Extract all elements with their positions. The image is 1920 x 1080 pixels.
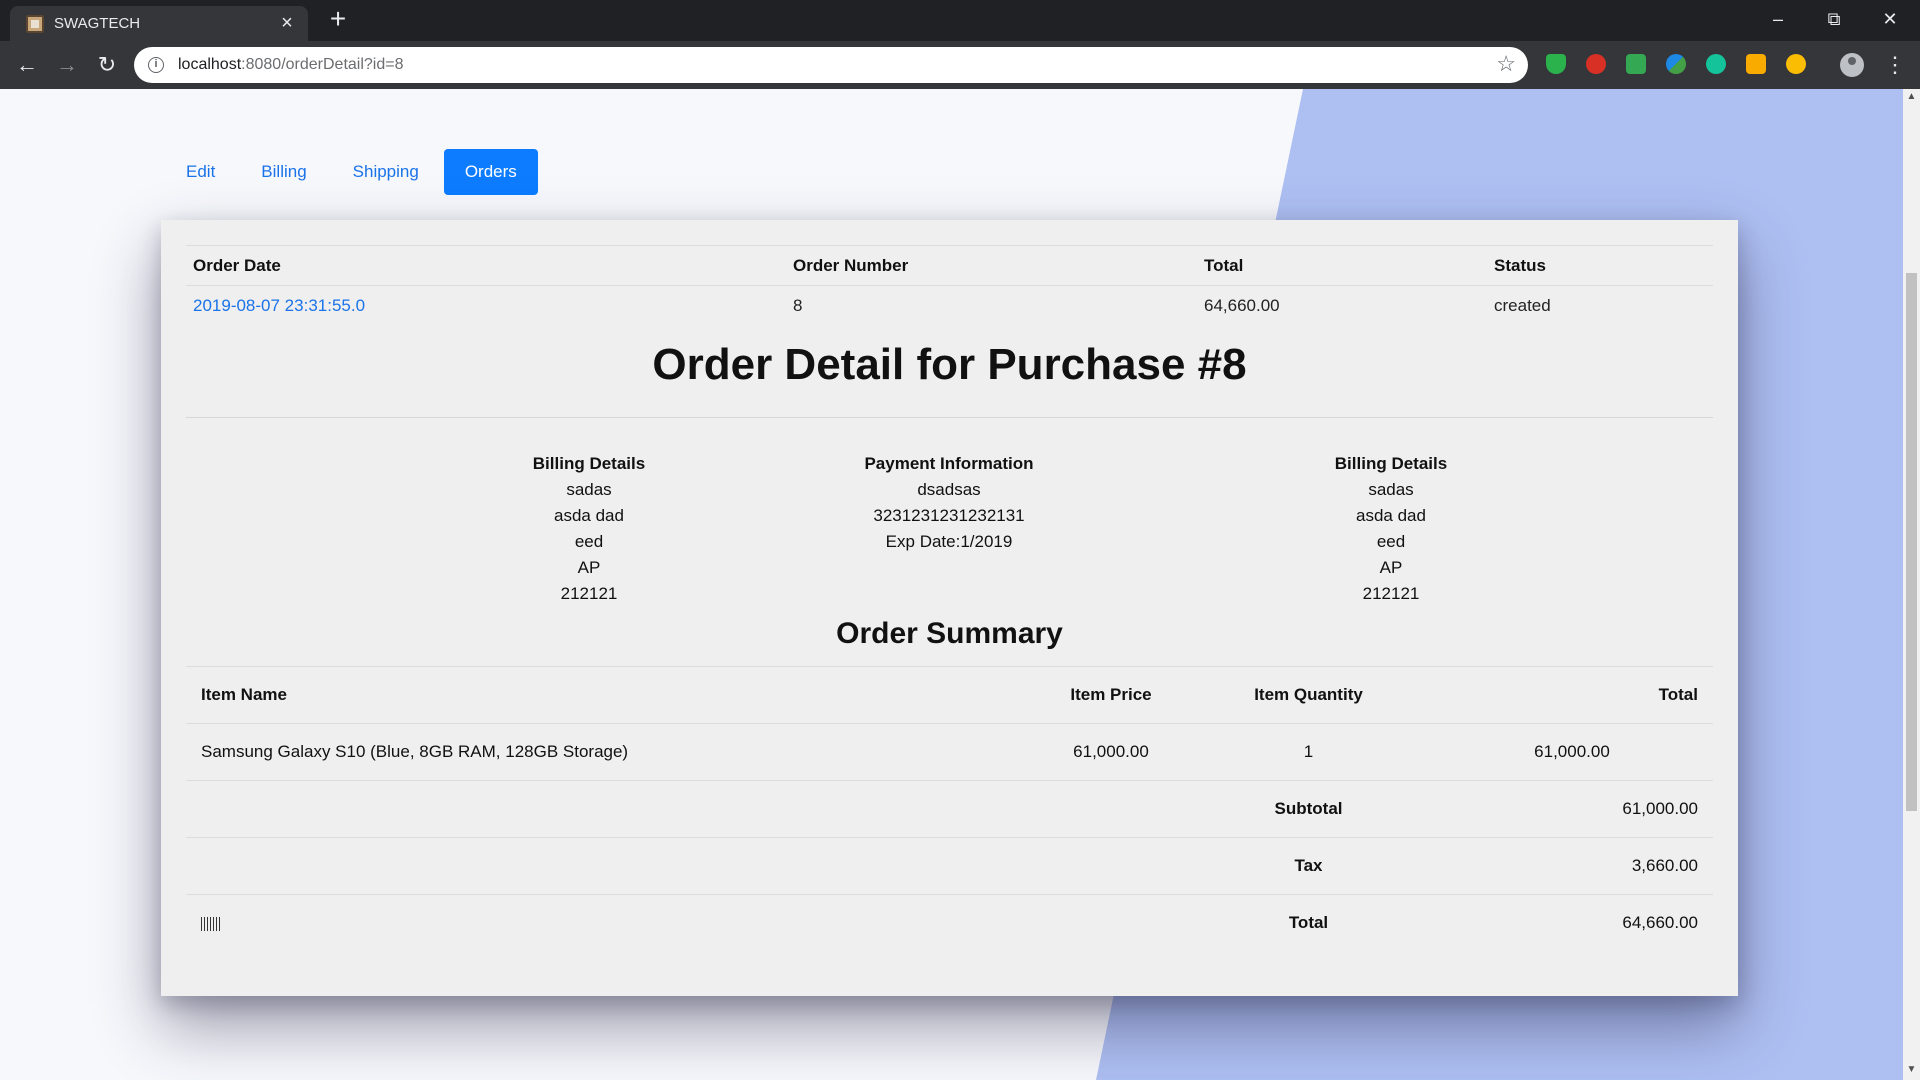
subtotal-row: Subtotal 61,000.00 <box>186 780 1713 838</box>
total-value: 64,660.00 <box>1431 894 1713 952</box>
table-row: 2019-08-07 23:31:55.0 8 64,660.00 create… <box>186 286 1713 326</box>
tax-value: 3,660.00 <box>1431 837 1713 895</box>
column-header-item-total: Total <box>1431 666 1713 724</box>
account-tabs: Edit Billing Shipping Orders <box>165 149 538 195</box>
column-header-item-price: Item Price <box>1036 666 1186 724</box>
item-quantity-cell: 1 <box>1186 723 1431 781</box>
address-bar[interactable]: i localhost:8080/orderDetail?id=8 ☆ <box>134 47 1528 83</box>
order-detail-title: Order Detail for Purchase #8 <box>652 340 1247 389</box>
item-name-cell: Samsung Galaxy S10 (Blue, 8GB RAM, 128GB… <box>186 723 1036 781</box>
grammarly-extension-icon[interactable] <box>1706 54 1726 74</box>
column-header-item-name: Item Name <box>186 666 1036 724</box>
payment-information-heading: Payment Information <box>864 454 1034 473</box>
orders-table: Order Date Order Number Total Status 201… <box>186 245 1713 326</box>
subtotal-value: 61,000.00 <box>1431 780 1713 838</box>
order-summary-table: Item Name Item Price Item Quantity Total… <box>186 666 1713 952</box>
url-text: localhost:8080/orderDetail?id=8 <box>178 56 404 73</box>
total-row: Total 64,660.00 <box>186 894 1713 952</box>
summary-header-row: Item Name Item Price Item Quantity Total <box>186 666 1713 724</box>
coin-extension-icon[interactable] <box>1786 54 1806 74</box>
tab-billing[interactable]: Billing <box>240 149 327 195</box>
browser-menu-icon[interactable]: ⋮ <box>1884 50 1906 80</box>
browser-tab-strip: SWAGTECH × + – ⧉ ✕ <box>0 0 1920 41</box>
site-info-icon[interactable]: i <box>148 57 164 73</box>
table-row: Samsung Galaxy S10 (Blue, 8GB RAM, 128GB… <box>186 723 1713 781</box>
orders-card: Order Date Order Number Total Status 201… <box>161 220 1738 996</box>
item-total-cell: 61,000.00 <box>1431 723 1713 781</box>
shipping-street: asda dad <box>1356 506 1426 525</box>
shipping-details-heading: Billing Details <box>1334 454 1448 473</box>
billing-name: sadas <box>566 480 612 499</box>
new-tab-icon[interactable]: + <box>324 5 352 33</box>
tab-shipping[interactable]: Shipping <box>332 149 440 195</box>
site-favicon-icon <box>26 15 44 33</box>
page-viewport: Edit Billing Shipping Orders Order Date … <box>0 89 1903 1080</box>
column-header-status: Status <box>1487 245 1713 286</box>
order-total-cell: 64,660.00 <box>1204 295 1280 315</box>
billing-city: eed <box>574 532 604 551</box>
minimize-icon[interactable]: – <box>1750 0 1806 41</box>
shield-extension-icon[interactable] <box>1546 54 1566 74</box>
bookmark-star-icon[interactable]: ☆ <box>1496 51 1516 77</box>
reload-icon[interactable]: ↻ <box>92 50 122 80</box>
billing-details-heading: Billing Details <box>532 454 646 473</box>
order-number-cell: 8 <box>793 295 803 315</box>
card-number: 3231231231232131 <box>873 506 1025 525</box>
shipping-zip: 212121 <box>1362 584 1420 603</box>
tab-edit[interactable]: Edit <box>165 149 236 195</box>
browser-toolbar: ← → ↻ i localhost:8080/orderDetail?id=8 … <box>0 41 1920 89</box>
order-date-cell: 2019-08-07 23:31:55.0 <box>186 286 786 326</box>
forward-icon[interactable]: → <box>52 50 82 80</box>
subtotal-label: Subtotal <box>1186 780 1431 838</box>
tax-label: Tax <box>1186 837 1431 895</box>
shipping-state: AP <box>1379 558 1403 577</box>
close-tab-icon[interactable]: × <box>276 12 298 34</box>
billing-street: asda dad <box>554 506 624 525</box>
tab-orders[interactable]: Orders <box>443 149 538 195</box>
scroll-up-arrow-icon[interactable]: ▲ <box>1903 91 1920 105</box>
shipping-name: sadas <box>1368 480 1414 499</box>
payment-information: Payment Information dsadsas 323123123123… <box>749 451 1149 555</box>
column-header-total: Total <box>1197 245 1487 286</box>
yab-extension-icon[interactable] <box>1586 54 1606 74</box>
order-date-link[interactable]: 2019-08-07 23:31:55.0 <box>193 296 365 315</box>
shipping-details: Billing Details sadas asda dad eed AP 21… <box>1191 451 1591 607</box>
scroll-down-arrow-icon[interactable]: ▼ <box>1903 1064 1920 1078</box>
restore-icon[interactable]: ⧉ <box>1806 0 1862 41</box>
total-label: Total <box>1186 894 1431 952</box>
page-scrollbar[interactable]: ▲ ▼ <box>1903 89 1920 1080</box>
mail-extension-icon[interactable] <box>1626 54 1646 74</box>
order-summary-title: Order Summary <box>836 617 1063 650</box>
billing-details: Billing Details sadas asda dad eed AP 21… <box>389 451 789 607</box>
browser-tab[interactable]: SWAGTECH × <box>10 6 308 41</box>
card-holder-name: dsadsas <box>917 480 981 499</box>
column-header-order-number: Order Number <box>786 245 1197 286</box>
column-header-order-date: Order Date <box>186 245 786 286</box>
card-expiry: Exp Date:1/2019 <box>885 532 1013 551</box>
back-icon[interactable]: ← <box>12 50 42 80</box>
close-window-icon[interactable]: ✕ <box>1862 0 1918 41</box>
divider <box>186 417 1713 418</box>
billing-state: AP <box>577 558 601 577</box>
star-extension-icon[interactable] <box>1746 54 1766 74</box>
item-price-cell: 61,000.00 <box>1036 723 1186 781</box>
tax-row: Tax 3,660.00 <box>186 837 1713 895</box>
scrollbar-thumb[interactable] <box>1906 273 1917 811</box>
order-status-cell: created <box>1494 295 1551 315</box>
column-header-item-quantity: Item Quantity <box>1186 666 1431 724</box>
orders-header-row: Order Date Order Number Total Status <box>186 245 1713 286</box>
tab-title: SWAGTECH <box>54 15 141 32</box>
profile-avatar-icon[interactable] <box>1840 53 1864 77</box>
billing-zip: 212121 <box>560 584 618 603</box>
barcode-icon <box>201 916 220 931</box>
globe-extension-icon[interactable] <box>1666 54 1686 74</box>
shipping-city: eed <box>1376 532 1406 551</box>
